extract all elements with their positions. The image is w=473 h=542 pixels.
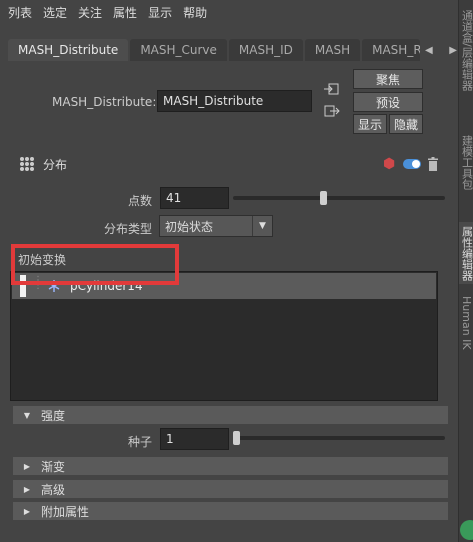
expand-arrow-icon: ▶ bbox=[23, 506, 31, 516]
distribution-type-label: 分布类型 bbox=[104, 222, 153, 236]
highlight-box bbox=[11, 244, 179, 285]
advanced-section-header[interactable]: ▶ 高级 bbox=[13, 480, 448, 498]
hide-button[interactable]: 隐藏 bbox=[389, 114, 423, 134]
seed-label: 种子 bbox=[128, 435, 153, 449]
points-field[interactable]: 41 bbox=[160, 187, 229, 209]
points-label: 点数 bbox=[128, 194, 153, 208]
tab-mash-r[interactable]: MASH_R bbox=[362, 39, 421, 61]
expand-arrow-icon: ▶ bbox=[23, 461, 31, 471]
focus-button[interactable]: 聚焦 bbox=[353, 69, 423, 89]
side-tab-strip: 通道盒/层编辑器 建模工具包 属性编辑器 Human IK bbox=[458, 0, 473, 542]
expand-arrow-icon: ▶ bbox=[23, 484, 31, 494]
node-name-label: MASH_Distribute: bbox=[52, 95, 157, 109]
trash-icon[interactable] bbox=[427, 157, 439, 171]
ramp-title: 渐变 bbox=[41, 459, 66, 474]
menu-focus[interactable]: 关注 bbox=[78, 4, 102, 21]
tab-mash-curve[interactable]: MASH_Curve bbox=[130, 39, 227, 61]
tab-mash[interactable]: MASH bbox=[304, 39, 361, 61]
initial-transform-list[interactable]: ⋮ ⋮ pCylinder14 bbox=[10, 271, 438, 401]
menu-bar: 列表 选定 关注 属性 显示 帮助 bbox=[0, 0, 458, 24]
presets-button[interactable]: 预设 bbox=[353, 92, 423, 112]
enable-toggle[interactable] bbox=[403, 159, 421, 169]
tab-mash-id[interactable]: MASH_ID bbox=[228, 39, 303, 61]
extra-attributes-title: 附加属性 bbox=[41, 504, 90, 519]
tab-scroll: ◀ ▶ bbox=[425, 42, 457, 58]
side-tab-attribute-editor[interactable]: 属性编辑器 bbox=[459, 222, 473, 284]
node-tabs: MASH_Distribute MASH_Curve MASH_ID MASH … bbox=[8, 39, 458, 61]
distribute-section-header[interactable]: 分布 ⬢ bbox=[10, 150, 449, 178]
side-tab-human-ik[interactable]: Human IK bbox=[459, 288, 473, 358]
side-tab-modeling-toolkit[interactable]: 建模工具包 bbox=[459, 112, 473, 212]
strength-section-header[interactable]: ▼ 强度 bbox=[13, 406, 448, 424]
menu-help[interactable]: 帮助 bbox=[183, 4, 207, 21]
mash-node-icon[interactable]: ⬢ bbox=[383, 156, 397, 172]
side-tab-channel-box[interactable]: 通道盒/层编辑器 bbox=[459, 0, 473, 100]
collapse-arrow-icon: ▼ bbox=[23, 410, 31, 420]
seed-slider-handle[interactable] bbox=[233, 431, 240, 445]
distribution-type-value: 初始状态 bbox=[165, 219, 214, 234]
input-connection-icon[interactable] bbox=[323, 82, 341, 96]
seed-slider-track[interactable] bbox=[233, 436, 445, 440]
distribution-type-dropdown[interactable]: 初始状态 ▼ bbox=[159, 215, 273, 237]
points-slider-track[interactable] bbox=[233, 196, 445, 200]
chevron-right-icon[interactable]: ▶ bbox=[449, 45, 457, 56]
strength-title: 强度 bbox=[41, 408, 66, 423]
tab-mash-distribute[interactable]: MASH_Distribute bbox=[8, 39, 129, 61]
advanced-title: 高级 bbox=[41, 482, 66, 497]
chevron-left-icon[interactable]: ◀ bbox=[425, 45, 433, 56]
points-slider-handle[interactable] bbox=[319, 191, 327, 205]
menu-show[interactable]: 显示 bbox=[148, 4, 172, 21]
output-connection-icon[interactable] bbox=[323, 104, 341, 118]
node-name-field[interactable]: MASH_Distribute bbox=[157, 90, 312, 112]
show-button[interactable]: 显示 bbox=[353, 114, 387, 134]
app-badge-icon bbox=[460, 520, 473, 540]
distribute-icon bbox=[20, 157, 34, 171]
menu-attributes[interactable]: 属性 bbox=[113, 4, 137, 21]
menu-list[interactable]: 列表 bbox=[8, 4, 32, 21]
section-title: 分布 bbox=[43, 157, 68, 172]
ramp-section-header[interactable]: ▶ 渐变 bbox=[13, 457, 448, 475]
chevron-down-icon: ▼ bbox=[252, 216, 272, 236]
menu-select[interactable]: 选定 bbox=[43, 4, 67, 21]
extra-attributes-section-header[interactable]: ▶ 附加属性 bbox=[13, 502, 448, 520]
seed-field[interactable]: 1 bbox=[160, 428, 229, 450]
